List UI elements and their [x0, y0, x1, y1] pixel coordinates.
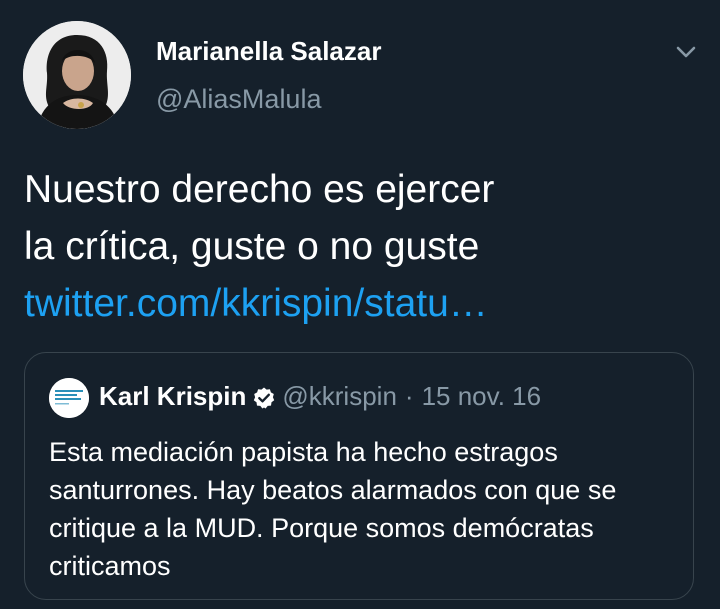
- quoted-tweet-header: Karl Krispin @kkrispin · 15 nov. 16: [99, 379, 541, 413]
- tweet-menu-button[interactable]: [672, 38, 700, 66]
- tweet-text-line: la crítica, guste o no guste: [24, 225, 480, 268]
- quoted-author-avatar[interactable]: [49, 378, 89, 418]
- verified-badge-icon: [252, 384, 276, 409]
- chevron-down-icon: [676, 46, 696, 58]
- tweet-card: Marianella Salazar @AliasMalula Nuestro …: [0, 0, 720, 609]
- author-name[interactable]: Marianella Salazar: [156, 36, 381, 67]
- author-handle[interactable]: @AliasMalula: [156, 84, 321, 115]
- tweet-text-line: Nuestro derecho es ejercer: [24, 168, 495, 211]
- profile-photo-icon: [23, 21, 131, 129]
- quoted-author-handle[interactable]: @kkrispin: [282, 379, 397, 413]
- tweet-link[interactable]: twitter.com/kkrispin/statu…: [24, 275, 704, 332]
- tweet-body: Nuestro derecho es ejercer la crítica, g…: [24, 161, 704, 332]
- profile-photo-icon: [49, 378, 89, 418]
- header-separator: ·: [404, 381, 414, 411]
- quoted-tweet-date[interactable]: 15 nov. 16: [422, 379, 542, 413]
- quoted-author-name[interactable]: Karl Krispin: [99, 379, 246, 413]
- quoted-tweet[interactable]: Karl Krispin @kkrispin · 15 nov. 16 Esta…: [24, 352, 694, 600]
- quoted-tweet-text: Esta mediación papista ha hecho estragos…: [49, 437, 617, 581]
- author-avatar[interactable]: [23, 21, 131, 129]
